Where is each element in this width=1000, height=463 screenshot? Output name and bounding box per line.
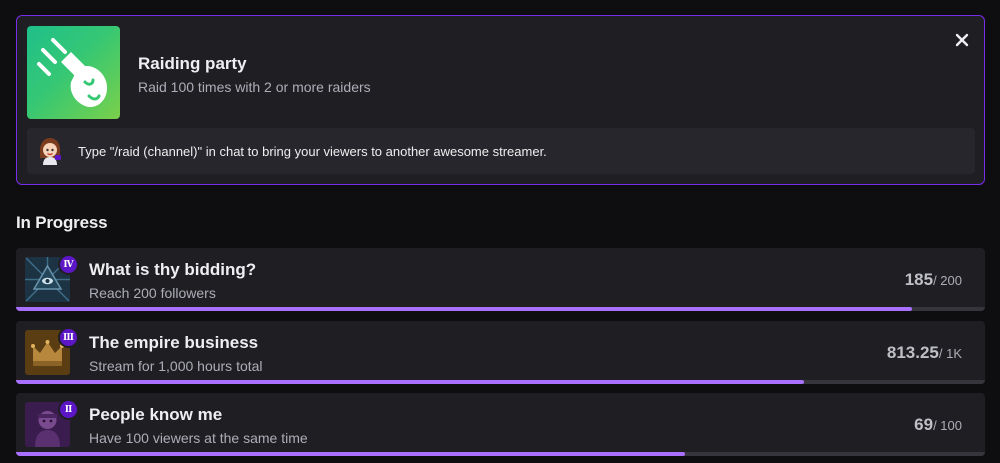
achievement-description: Have 100 viewers at the same time — [89, 430, 308, 446]
achievement-description: Stream for 1,000 hours total — [89, 358, 263, 374]
section-title: In Progress — [16, 213, 108, 232]
achievement-row[interactable]: Ⅳ What is thy bidding? Reach 200 followe… — [16, 248, 985, 311]
tier-badge: Ⅲ — [58, 327, 79, 348]
progress-current: 813.25 — [886, 343, 939, 362]
close-button[interactable] — [950, 28, 974, 52]
achievement-row[interactable]: Ⅱ People know me Have 100 viewers at the… — [16, 393, 985, 456]
progress-fill — [16, 380, 804, 384]
streamer-avatar-icon — [35, 136, 65, 166]
tip-text: Type "/raid (channel)" in chat to bring … — [78, 144, 547, 159]
achievement-title: What is thy bidding? — [89, 260, 257, 279]
progress-count: 813.25/ 1K — [887, 343, 962, 363]
achievement-title: People know me — [89, 405, 223, 424]
progress-total: / 100 — [933, 418, 962, 433]
progress-total: / 200 — [933, 273, 962, 288]
tier-badge: Ⅱ — [58, 399, 79, 420]
achievement-row[interactable]: Ⅲ The empire business Stream for 1,000 h… — [16, 321, 985, 384]
raid-hand-icon — [27, 26, 120, 119]
achievements-page: Raiding party Raid 100 times with 2 or m… — [0, 0, 1000, 463]
progress-track — [16, 380, 985, 384]
progress-count: 69/ 100 — [914, 415, 962, 435]
progress-total: / 1K — [938, 346, 962, 361]
progress-count: 185/ 200 — [905, 270, 962, 290]
close-icon — [955, 33, 969, 47]
achievement-description: Reach 200 followers — [89, 285, 216, 301]
progress-fill — [16, 307, 913, 311]
featured-achievement-card: Raiding party Raid 100 times with 2 or m… — [16, 15, 985, 185]
progress-track — [16, 307, 985, 311]
progress-track — [16, 452, 985, 456]
featured-title: Raiding party — [138, 54, 247, 73]
progress-current: 69 — [914, 415, 934, 434]
progress-fill — [16, 452, 685, 456]
featured-description: Raid 100 times with 2 or more raiders — [138, 79, 371, 95]
tier-badge: Ⅳ — [58, 254, 79, 275]
tip-banner: Type "/raid (channel)" in chat to bring … — [27, 128, 975, 174]
achievement-title: The empire business — [89, 333, 259, 352]
progress-current: 185 — [904, 270, 934, 289]
